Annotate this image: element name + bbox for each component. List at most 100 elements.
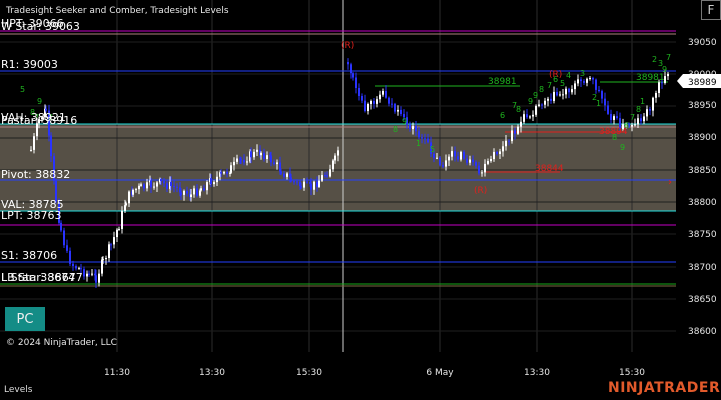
candle-body (253, 151, 255, 158)
candle-body (121, 210, 123, 229)
candle-body (233, 161, 235, 166)
f-button[interactable]: F (701, 0, 721, 20)
pc-button[interactable]: PC (5, 307, 45, 331)
candle-body (580, 79, 582, 82)
candle-body (595, 79, 597, 90)
candle-body (160, 179, 162, 182)
candle-body (260, 152, 262, 156)
sequence-count: 9 (662, 65, 667, 74)
candle-body (236, 158, 238, 162)
candle-body (128, 191, 130, 204)
candle-body (364, 100, 366, 112)
candle-body (280, 171, 282, 174)
candle-body (592, 77, 594, 80)
sequence-count: 1 (640, 97, 645, 106)
candle-body (166, 183, 168, 189)
candle-body (658, 82, 660, 93)
candle-body (358, 88, 360, 97)
candle-body (334, 155, 336, 161)
candle-body (499, 151, 501, 155)
candle-body (451, 151, 453, 157)
candle-body (394, 103, 396, 112)
candle-body (535, 105, 537, 115)
candle-body (140, 184, 142, 186)
candle-body (487, 161, 489, 164)
candle-body (102, 259, 104, 261)
candle-body (457, 156, 459, 160)
candle-body (568, 88, 570, 93)
price-tick: 39050 (688, 38, 717, 48)
candle-body (640, 118, 642, 122)
candle-body (589, 77, 591, 79)
candle-body (433, 153, 435, 158)
candle-body (631, 125, 633, 127)
candle-body (318, 180, 320, 187)
candle-body (388, 97, 390, 104)
candle-body (69, 250, 71, 264)
pastar-label: Pastar: 38916 (1, 114, 77, 127)
candle-body (246, 161, 248, 163)
sequence-count: 4 (566, 71, 571, 80)
candle-body (646, 109, 648, 117)
candle-body (436, 157, 438, 159)
candle-body (481, 172, 483, 174)
candle-body (276, 162, 278, 165)
candle-body (156, 182, 158, 187)
candle-body (250, 151, 252, 158)
candle-body (150, 180, 152, 188)
footer-label[interactable]: Levels (4, 385, 32, 395)
candle-body (511, 130, 513, 142)
candle-body (316, 181, 318, 187)
indicators-title: Tradesight Seeker and Comber, Tradesight… (5, 6, 229, 16)
candle-body (397, 109, 399, 112)
candle-body (143, 184, 145, 189)
candle-body (243, 159, 245, 163)
lpt-label: LPT: 38763 (1, 209, 61, 222)
sequence-count: 7 (666, 53, 671, 62)
candle-body (125, 203, 127, 206)
candle-body (415, 126, 417, 132)
candle-body (78, 268, 80, 270)
price-tick: 38700 (688, 263, 717, 273)
time-label: 13:30 (524, 368, 550, 378)
candle-body (95, 275, 97, 283)
candle-body (240, 159, 242, 161)
price-tick: 38650 (688, 295, 717, 305)
candle-body (230, 165, 232, 173)
candle-body (412, 126, 414, 130)
candle-body (163, 181, 165, 184)
candle-body (226, 171, 228, 174)
candle-body (220, 172, 222, 174)
candle-body (50, 135, 52, 157)
candle-body (203, 188, 205, 191)
candle-body (306, 181, 308, 183)
candle-body (637, 118, 639, 125)
candle-body (520, 121, 522, 127)
candle-body (105, 257, 107, 260)
candle-body (505, 140, 507, 147)
candle-body (135, 189, 137, 191)
candle-body (118, 228, 120, 230)
candle-body (607, 105, 609, 114)
candle-body (313, 181, 315, 190)
candle-body (153, 186, 155, 188)
sequence-count: 6 (624, 121, 629, 130)
candle-body (283, 173, 285, 177)
candle-body (132, 189, 134, 195)
candle-body (213, 182, 215, 185)
last-price-value: 38989 (688, 78, 717, 88)
sequence-count: 9 (620, 143, 625, 152)
sequence-count: 1 (416, 139, 421, 148)
candle-body (303, 181, 305, 188)
price-chart[interactable]: (R) (R) (R) 38981 38981 38844 38894 5987… (0, 0, 721, 400)
candle-body (321, 175, 323, 181)
candle-body (475, 162, 477, 166)
candle-body (310, 183, 312, 190)
sequence-count: 7 (630, 113, 635, 122)
lstar-label: L Star: 38674 (1, 271, 75, 284)
candle-body (286, 173, 288, 177)
candle-body (361, 96, 363, 101)
reversal-mark: (R) (341, 41, 354, 51)
candle-body (496, 151, 498, 155)
sequence-count: 8 (393, 125, 398, 134)
